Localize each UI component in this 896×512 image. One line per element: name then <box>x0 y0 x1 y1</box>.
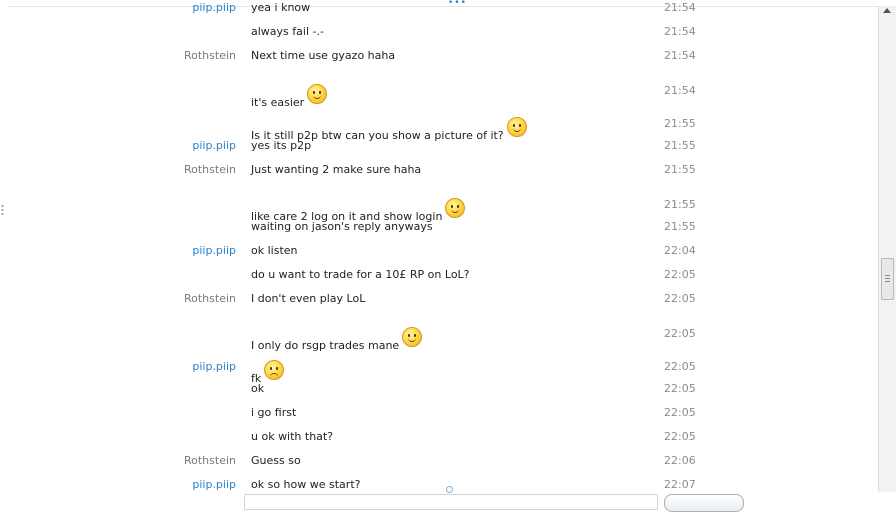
message-timestamp: 21:54 <box>664 25 696 38</box>
chat-message-row: like care 2 log on it and show login 21:5… <box>0 178 876 223</box>
message-body: always fail -.- <box>251 25 324 38</box>
resize-grip-bottom[interactable] <box>446 486 453 493</box>
send-button[interactable] <box>664 494 744 512</box>
message-timestamp: 22:04 <box>664 244 696 257</box>
message-sender[interactable]: piip.piip <box>76 478 236 491</box>
message-body: Next time use gyazo haha <box>251 49 396 62</box>
message-timestamp: 22:05 <box>664 292 696 305</box>
message-body: i go first <box>251 406 297 419</box>
chat-message-row: Rothstein I don't even play LoL 22:05 <box>0 283 876 307</box>
message-text: i go first <box>251 406 296 419</box>
message-body: Just wanting 2 make sure haha <box>251 163 422 176</box>
message-text: do u want to trade for a 10£ RP on LoL? <box>251 268 470 281</box>
message-text: ok listen <box>251 244 298 257</box>
chat-message-row: Is it still p2p btw can you show a pictu… <box>0 97 876 142</box>
message-timestamp: 22:05 <box>664 268 696 281</box>
message-text: Just wanting 2 make sure haha <box>251 163 421 176</box>
message-timestamp: 22:05 <box>664 430 696 443</box>
chat-message-row: Rothstein Just wanting 2 make sure haha 21… <box>0 154 876 178</box>
message-text: yea i know <box>251 1 310 14</box>
message-sender[interactable]: piip.piip <box>76 360 236 373</box>
message-timestamp: 21:55 <box>664 163 696 176</box>
scroll-up-arrow-icon[interactable] <box>883 8 891 13</box>
message-timestamp: 21:55 <box>664 117 696 130</box>
message-text: waiting on jason's reply anyways <box>251 220 433 233</box>
chat-message-row: piip.piip ok listen 22:04 <box>0 235 876 259</box>
message-sender[interactable]: piip.piip <box>76 1 236 14</box>
chat-message-row: piip.piip yes its p2p 21:55 <box>0 130 876 154</box>
message-timestamp: 22:07 <box>664 478 696 491</box>
chat-message-row: ok 22:05 <box>0 373 876 397</box>
chat-message-row: it's easier 21:54 <box>0 64 876 109</box>
message-text: Next time use gyazo haha <box>251 49 395 62</box>
message-body: I don't even play LoL <box>251 292 366 305</box>
message-timestamp: 22:05 <box>664 382 696 395</box>
message-timestamp: 22:06 <box>664 454 696 467</box>
scrollbar[interactable] <box>878 6 896 492</box>
message-body: ok <box>251 382 265 395</box>
message-timestamp: 22:05 <box>664 406 696 419</box>
message-timestamp: 22:05 <box>664 360 696 373</box>
message-text: Guess so <box>251 454 301 467</box>
chat-message-row: Rothstein Next time use gyazo haha 21:54 <box>0 40 876 64</box>
message-body: ok so how we start? <box>251 478 361 491</box>
message-timestamp: 21:54 <box>664 84 696 97</box>
message-body: yes its p2p <box>251 139 312 152</box>
chat-message-row: waiting on jason's reply anyways 21:55 <box>0 211 876 235</box>
message-sender[interactable]: piip.piip <box>76 139 236 152</box>
message-body: do u want to trade for a 10£ RP on LoL? <box>251 268 470 281</box>
message-sender: Rothstein <box>183 163 236 176</box>
message-body: waiting on jason's reply anyways <box>251 220 433 233</box>
chat-message-row: always fail -.- 21:54 <box>0 16 876 40</box>
message-text: ok <box>251 382 264 395</box>
scroll-thumb[interactable] <box>881 258 894 300</box>
message-timestamp: 21:55 <box>664 220 696 233</box>
chat-message-row: i go first 22:05 <box>0 397 876 421</box>
message-text: I don't even play LoL <box>251 292 365 305</box>
chat-message-row: u ok with that? 22:05 <box>0 421 876 445</box>
message-sender: Rothstein <box>183 454 236 467</box>
chat-message-row: piip.piip fk 22:05 <box>0 340 876 385</box>
message-timestamp: 21:55 <box>664 139 696 152</box>
chat-message-row: Rothstein Guess so 22:06 <box>0 445 876 469</box>
message-input[interactable] <box>244 494 658 510</box>
message-sender: Rothstein <box>183 49 236 62</box>
chat-message-row: piip.piip ok so how we start? 22:07 <box>0 469 876 493</box>
message-timestamp: 21:54 <box>664 49 696 62</box>
message-sender: Rothstein <box>183 292 236 305</box>
message-timestamp: 21:55 <box>664 198 696 211</box>
message-text: ok so how we start? <box>251 478 360 491</box>
message-text: yes its p2p <box>251 139 311 152</box>
message-text: u ok with that? <box>251 430 333 443</box>
message-body: Guess so <box>251 454 301 467</box>
message-body: yea i know <box>251 1 311 14</box>
message-timestamp: 21:54 <box>664 1 696 14</box>
message-sender[interactable]: piip.piip <box>76 244 236 257</box>
message-text: always fail -.- <box>251 25 324 38</box>
message-body: u ok with that? <box>251 430 334 443</box>
chat-message-row: piip.piip yea i know 21:54 <box>0 0 876 16</box>
chat-message-row: do u want to trade for a 10£ RP on LoL? 2… <box>0 259 876 283</box>
message-timestamp: 22:05 <box>664 327 696 340</box>
chat-message-row: I only do rsgp trades mane 22:05 <box>0 307 876 352</box>
message-body: ok listen <box>251 244 298 257</box>
